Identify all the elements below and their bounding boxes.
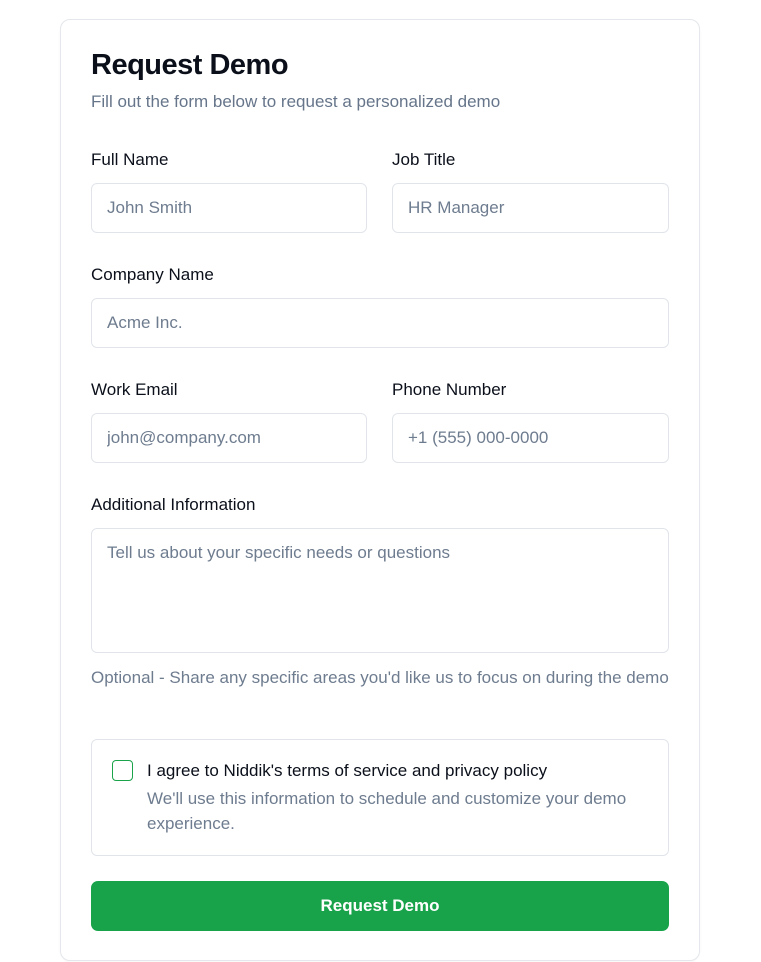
phone-number-label: Phone Number — [392, 380, 507, 399]
company-name-label: Company Name — [91, 265, 214, 284]
consent-description: We'll use this information to schedule a… — [147, 789, 627, 833]
additional-info-help: Optional - Share any specific areas you'… — [91, 668, 669, 687]
request-demo-button[interactable]: Request Demo — [91, 881, 669, 931]
job-title-label: Job Title — [392, 150, 456, 169]
consent-box: I agree to Niddik's terms of service and… — [91, 739, 669, 856]
consent-checkbox[interactable] — [112, 760, 133, 781]
full-name-input[interactable] — [91, 183, 367, 233]
form-title: Request Demo — [91, 49, 289, 81]
request-demo-card: Request Demo Fill out the form below to … — [60, 19, 700, 961]
additional-info-label: Additional Information — [91, 495, 256, 514]
work-email-input[interactable] — [91, 413, 367, 463]
full-name-label: Full Name — [91, 150, 169, 169]
phone-number-input[interactable] — [392, 413, 669, 463]
company-name-input[interactable] — [91, 298, 669, 348]
form-subtitle: Fill out the form below to request a per… — [91, 92, 501, 111]
additional-info-textarea[interactable] — [91, 528, 669, 653]
consent-title: I agree to Niddik's terms of service and… — [147, 761, 548, 780]
work-email-label: Work Email — [91, 380, 178, 399]
job-title-input[interactable] — [392, 183, 669, 233]
